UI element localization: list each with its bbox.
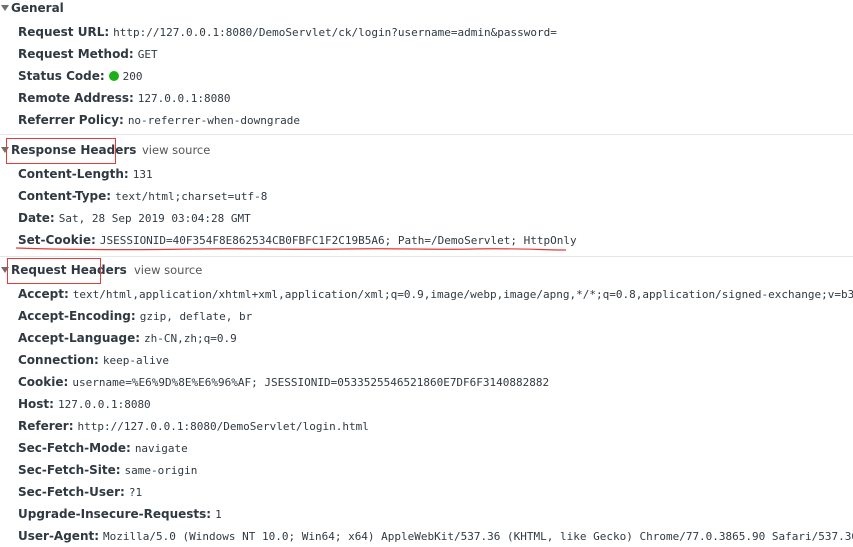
row-key: Accept-Encoding: [18,309,136,323]
row-value: text/html,application/xhtml+xml,applicat… [72,288,853,301]
row-key: Content-Type: [18,189,112,203]
row-value: gzip, deflate, br [139,310,253,323]
general-row-referrer-policy: Referrer Policy: no-referrer-when-downgra… [18,110,300,130]
row-value: Sat, 28 Sep 2019 03:04:28 GMT [58,212,251,225]
row-value: no-referrer-when-downgrade [127,114,300,127]
row-value: zh-CN,zh;q=0.9 [144,332,237,345]
row-key: Referer: [18,419,74,433]
row-key: Sec-Fetch-User: [18,485,125,499]
row-key: Request URL: [18,25,110,39]
row-value: 1 [215,508,222,521]
row-value: 127.0.0.1:8080 [137,92,231,105]
row-value: navigate [134,442,188,455]
section-divider [0,134,853,135]
row-value: same-origin [124,464,198,477]
row-value: 127.0.0.1:8080 [57,398,151,411]
row-value: keep-alive [102,354,170,367]
response-row-content-length: Content-Length: 131 [18,164,153,184]
row-key: Host: [18,397,54,411]
row-key: Sec-Fetch-Site: [18,463,121,477]
row-key: Referrer Policy: [18,113,124,127]
request-row-user-agent: User-Agent: Mozilla/5.0 (Windows NT 10.0;… [18,526,853,546]
row-key: Upgrade-Insecure-Requests: [18,507,212,521]
annotation-underline [15,247,567,251]
row-value: username=%E6%9D%8E%E6%96%AF; JSESSIONID=… [72,376,550,389]
row-key: Accept: [18,287,69,301]
row-value: 131 [132,168,153,181]
request-row-sec-fetch-mode: Sec-Fetch-Mode: navigate [18,438,188,458]
row-key: Status Code: [18,69,105,83]
row-key: Cookie: [18,375,69,389]
section-divider [0,256,853,257]
view-source-link[interactable]: view source [134,260,202,280]
general-row-remote-address: Remote Address: 127.0.0.1:8080 [18,88,231,108]
row-key: Date: [18,211,55,225]
request-row-sec-fetch-user: Sec-Fetch-User: ?1 [18,482,142,502]
status-ok-dot-icon [108,71,119,81]
row-key: Connection: [18,353,99,367]
view-source-link[interactable]: view source [142,140,210,160]
response-row-content-type: Content-Type: text/html;charset=utf-8 [18,186,267,206]
general-title: General [11,1,64,15]
row-key: Accept-Language: [18,331,141,345]
response-row-date: Date: Sat, 28 Sep 2019 03:04:28 GMT [18,208,251,228]
row-key: User-Agent: [18,529,100,543]
row-value: GET [137,48,158,61]
row-value: ?1 [128,486,143,499]
annotation-box [6,138,116,164]
request-row-host: Host: 127.0.0.1:8080 [18,394,151,414]
annotation-box [7,258,101,284]
row-key: Content-Length: [18,167,129,181]
collapse-triangle-icon[interactable] [1,5,9,11]
row-value: http://127.0.0.1:8080/DemoServlet/ck/log… [113,26,557,39]
request-row-accept-language: Accept-Language: zh-CN,zh;q=0.9 [18,328,237,348]
request-row-accept-encoding: Accept-Encoding: gzip, deflate, br [18,306,252,326]
row-key: Remote Address: [18,91,134,105]
request-row-sec-fetch-site: Sec-Fetch-Site: same-origin [18,460,197,480]
row-value: Mozilla/5.0 (Windows NT 10.0; Win64; x64… [103,530,853,543]
row-value: 200 [122,70,143,83]
request-row-cookie: Cookie: username=%E6%9D%8E%E6%96%AF; JSES… [18,372,549,392]
request-row-accept: Accept: text/html,application/xhtml+xml,a… [18,284,853,304]
row-value: http://127.0.0.1:8080/DemoServlet/login.… [77,420,369,433]
row-key: Request Method: [18,47,134,61]
row-value: text/html;charset=utf-8 [115,190,268,203]
request-row-upgrade-insecure-requests: Upgrade-Insecure-Requests: 1 [18,504,222,524]
general-row-request-method: Request Method: GET [18,44,158,64]
general-row-request-url: Request URL: http://127.0.0.1:8080/DemoSe… [18,22,557,42]
general-section-header[interactable]: General [0,0,64,18]
general-row-status-code: Status Code: 200 [18,66,143,86]
request-row-referer: Referer: http://127.0.0.1:8080/DemoServle… [18,416,369,436]
row-key: Sec-Fetch-Mode: [18,441,131,455]
request-row-connection: Connection: keep-alive [18,350,169,370]
